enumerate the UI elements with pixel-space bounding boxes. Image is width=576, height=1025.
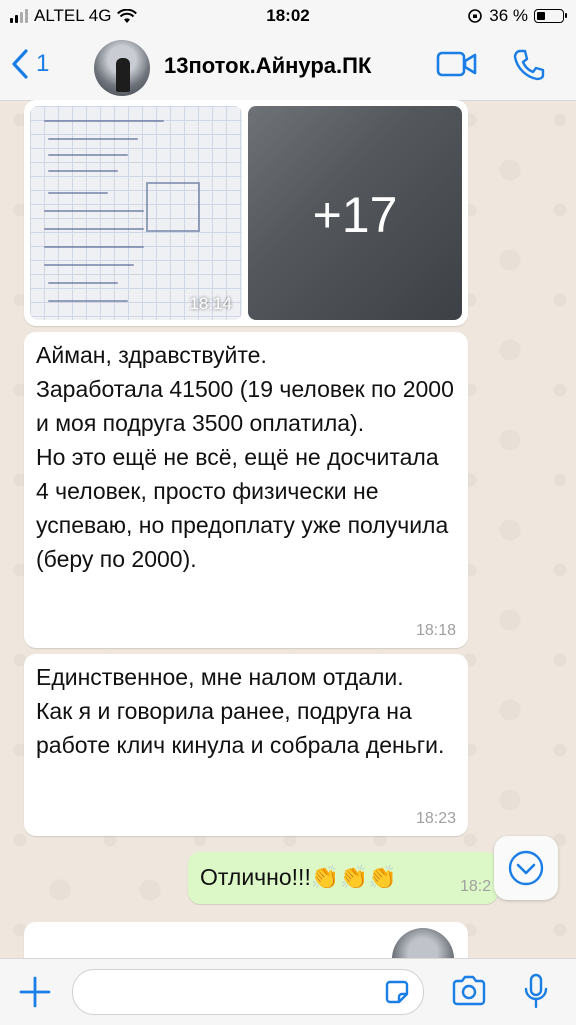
orientation-lock-icon — [468, 9, 483, 23]
message-text: Единственное, мне налом отдали. Как я и … — [36, 664, 445, 758]
chevron-left-icon — [12, 49, 28, 79]
incoming-message[interactable]: Единственное, мне налом отдали. Как я и … — [24, 654, 468, 836]
photo-thumbnail[interactable]: 18:14 — [30, 106, 242, 320]
chevron-down-icon — [508, 850, 544, 886]
plus-icon[interactable] — [18, 975, 52, 1009]
photo-time: 18:14 — [189, 294, 232, 313]
sticker-icon[interactable] — [383, 978, 411, 1006]
back-count: 1 — [36, 50, 50, 77]
microphone-icon[interactable] — [522, 973, 550, 1011]
phone-icon[interactable] — [512, 48, 546, 82]
more-photos-thumbnail[interactable]: +17 — [248, 106, 462, 320]
battery-icon — [534, 9, 567, 23]
battery-percent: 36 % — [489, 6, 528, 25]
more-photos-count: +17 — [312, 187, 398, 243]
message-time: 18:2 — [460, 878, 492, 895]
contact-avatar[interactable] — [94, 40, 150, 96]
scroll-down-button[interactable] — [494, 836, 558, 900]
message-text: Айман, здравствуйте. Заработала 41500 (1… — [36, 342, 454, 572]
message-time: 18:18 — [415, 622, 456, 639]
status-bar: ALTEL 4G 18:02 36 % — [0, 0, 576, 34]
message-text: Отлично!!!👏👏👏 — [200, 864, 397, 890]
status-right: 36 % — [467, 6, 567, 26]
photo-album-message[interactable]: 18:14 +17 — [24, 100, 468, 326]
input-bar — [0, 958, 576, 1025]
chat-header: 1 13поток.Айнура.ПК — [0, 34, 576, 101]
outgoing-message[interactable]: Отлично!!!👏👏👏 18:2 — [188, 852, 498, 904]
message-input[interactable] — [72, 969, 424, 1015]
back-button[interactable]: 1 — [10, 48, 49, 80]
camera-icon[interactable] — [450, 975, 488, 1007]
incoming-message[interactable]: Айман, здравствуйте. Заработала 41500 (1… — [24, 332, 468, 648]
video-camera-icon[interactable] — [436, 49, 478, 79]
message-time: 18:23 — [415, 810, 456, 827]
contact-name[interactable]: 13поток.Айнура.ПК — [164, 53, 371, 79]
